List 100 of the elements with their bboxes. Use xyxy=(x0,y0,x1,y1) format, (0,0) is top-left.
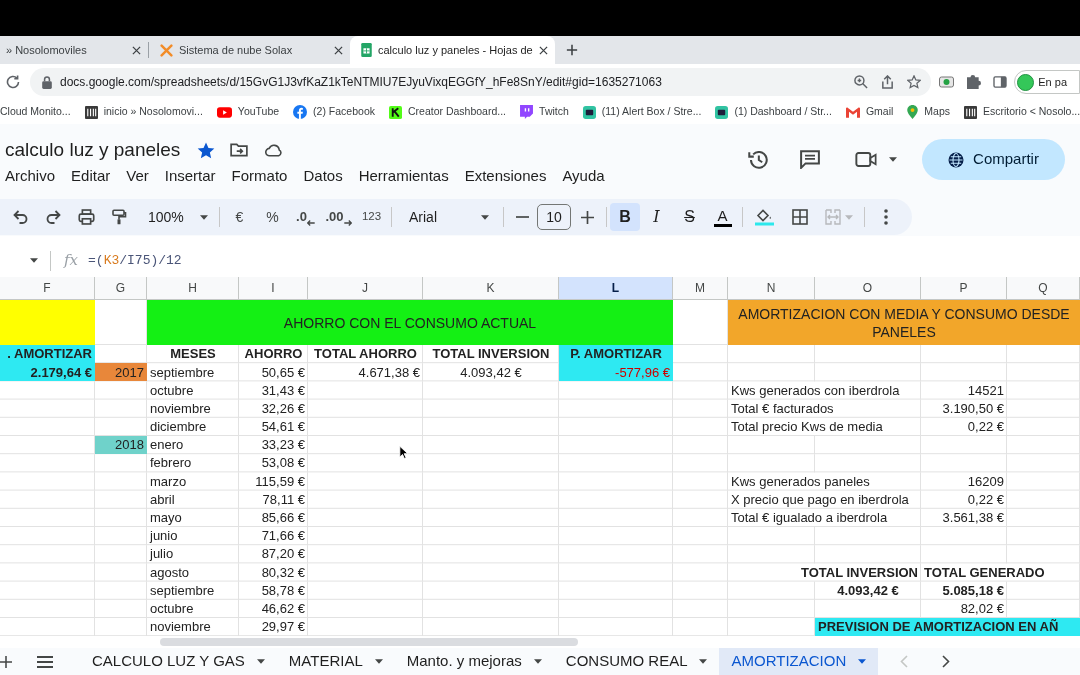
caret-icon xyxy=(481,214,489,220)
percent-button[interactable]: % xyxy=(256,203,289,231)
sheet-tab[interactable]: Manto. y mejoras xyxy=(394,648,554,675)
menu-item[interactable]: Extensiones xyxy=(464,164,547,188)
table-heading: TOTAL AHORRO xyxy=(314,345,417,364)
amount-value: 0,22 € xyxy=(967,418,1004,437)
site-logo-icon xyxy=(964,105,977,119)
bookmark[interactable]: Creator Dashboard... xyxy=(389,100,507,124)
puzzle-icon[interactable] xyxy=(967,75,982,89)
row-label: Kws generados con iberdrola xyxy=(731,381,900,400)
profile-button[interactable]: En pa xyxy=(1014,70,1080,94)
menu-item[interactable]: Editar xyxy=(71,164,111,188)
format-bold-button[interactable]: B xyxy=(610,203,640,231)
format-strike-button[interactable]: S xyxy=(673,203,706,231)
column-header[interactable]: L xyxy=(559,277,673,299)
menu-item[interactable]: Ayuda xyxy=(562,164,605,188)
browser-tab[interactable]: Sistema de nube Solax xyxy=(149,36,350,64)
sheet-tab[interactable]: CONSUMO REAL xyxy=(553,648,720,675)
print-icon[interactable] xyxy=(78,209,95,225)
extension-icon[interactable] xyxy=(939,76,955,88)
column-header[interactable]: F xyxy=(0,277,95,299)
number-format-button[interactable]: 123 xyxy=(355,203,388,231)
bookmark-star-icon[interactable] xyxy=(907,75,922,89)
redo-icon[interactable] xyxy=(46,210,61,224)
fill-color-icon[interactable] xyxy=(754,208,774,226)
menu-item[interactable]: Datos xyxy=(303,164,343,188)
decrease-decimals-button[interactable]: .0 xyxy=(289,203,322,231)
folder-icon[interactable] xyxy=(230,143,249,157)
star-icon[interactable] xyxy=(197,141,216,159)
text-color-button[interactable]: A xyxy=(706,203,739,231)
borders-icon[interactable] xyxy=(791,209,808,225)
bookmark[interactable]: (11) Alert Box / Stre... xyxy=(582,100,702,124)
column-header[interactable]: P xyxy=(921,277,1007,299)
column-header[interactable]: J xyxy=(308,277,423,299)
close-icon[interactable] xyxy=(334,45,343,55)
sheet-tab[interactable]: AMORTIZACION xyxy=(719,648,879,675)
caret-icon xyxy=(256,659,265,664)
horizontal-scrollbar[interactable] xyxy=(160,638,578,646)
menu-item[interactable]: Insertar xyxy=(164,164,216,188)
formula-text[interactable]: =(K3/I75)/12 xyxy=(88,250,182,271)
video-camera-icon[interactable] xyxy=(855,152,877,167)
comment-icon[interactable] xyxy=(800,150,820,169)
column-header[interactable]: N xyxy=(728,277,815,299)
bookmark[interactable]: Gmail xyxy=(845,100,894,124)
bookmark[interactable]: YouTube xyxy=(216,100,280,124)
add-sheet-icon[interactable] xyxy=(0,655,12,668)
plus-icon[interactable] xyxy=(580,210,594,224)
side-panel-icon[interactable] xyxy=(993,76,1008,88)
column-header[interactable]: M xyxy=(673,277,728,299)
column-header[interactable]: G xyxy=(95,277,147,299)
address-bar[interactable]: docs.google.com/spreadsheets/d/15GvG1J3vfKaZ1kTeNTMIU7EJyuVixqEGGfY_hFe8SnY/edit#gid=1635271063 xyxy=(30,68,932,96)
browser-tab[interactable]: » Nosolomoviles xyxy=(0,36,148,64)
amount-value: 53,08 € xyxy=(261,454,305,473)
column-header[interactable]: I xyxy=(239,277,308,299)
avatar-icon xyxy=(1017,73,1035,91)
bookmark[interactable]: Escritorio < Nosolo... xyxy=(964,100,1080,124)
letter-f-logo-icon xyxy=(293,105,308,119)
cloud-icon[interactable] xyxy=(265,143,285,157)
menu-item[interactable]: Archivo xyxy=(5,164,56,188)
font-dropdown[interactable]: Arial xyxy=(395,203,500,231)
new-tab-icon[interactable] xyxy=(566,44,578,56)
document-title[interactable]: calculo luz y paneles xyxy=(5,135,181,165)
menu-item[interactable]: Herramientas xyxy=(358,164,449,188)
history-icon[interactable] xyxy=(748,150,768,169)
column-header[interactable]: Q xyxy=(1007,277,1080,299)
zoom-icon[interactable] xyxy=(854,75,869,89)
chevron-right-icon[interactable] xyxy=(942,655,951,668)
bookmark[interactable]: Maps xyxy=(907,100,950,124)
more-icon[interactable] xyxy=(884,209,888,225)
column-header[interactable]: H xyxy=(147,277,239,299)
month-label: septiembre xyxy=(150,363,215,382)
undo-icon[interactable] xyxy=(13,210,28,224)
bookmark[interactable]: Cloud Monito... xyxy=(0,100,71,124)
minus-icon[interactable] xyxy=(515,216,529,218)
amount-value: 71,66 € xyxy=(261,527,305,546)
month-label: noviembre xyxy=(150,399,211,418)
sheet-tab[interactable]: CALCULO LUZ Y GAS xyxy=(80,648,277,675)
month-label: julio xyxy=(150,545,174,564)
bookmark[interactable]: Twitch xyxy=(520,100,569,124)
format-italic-button[interactable]: I xyxy=(640,203,673,231)
menu-icon[interactable] xyxy=(37,655,53,668)
increase-decimals-button[interactable]: .00 xyxy=(322,203,355,231)
close-icon[interactable] xyxy=(539,45,548,55)
paint-format-icon[interactable] xyxy=(112,209,127,225)
caret-icon xyxy=(699,659,708,664)
currency-button[interactable]: € xyxy=(223,203,256,231)
column-header[interactable]: O xyxy=(815,277,921,299)
bookmark[interactable]: (2) Facebook xyxy=(293,100,375,124)
bookmark[interactable]: inicio » Nosolomovi... xyxy=(84,100,203,124)
menu-item[interactable]: Ver xyxy=(126,164,149,188)
sheet-tab[interactable]: MATERIAL xyxy=(276,648,395,675)
bookmark[interactable]: (1) Dashboard / Str... xyxy=(715,100,832,124)
browser-tab[interactable]: calculo luz y paneles - Hojas de xyxy=(350,36,555,64)
reload-icon[interactable] xyxy=(6,75,20,89)
zoom-dropdown[interactable]: 100% xyxy=(136,203,216,231)
font-size-field[interactable]: 10 xyxy=(537,204,571,230)
share-icon[interactable] xyxy=(881,75,895,89)
close-icon[interactable] xyxy=(132,45,141,55)
menu-item[interactable]: Formato xyxy=(231,164,288,188)
share-button[interactable]: Compartir xyxy=(922,139,1065,180)
